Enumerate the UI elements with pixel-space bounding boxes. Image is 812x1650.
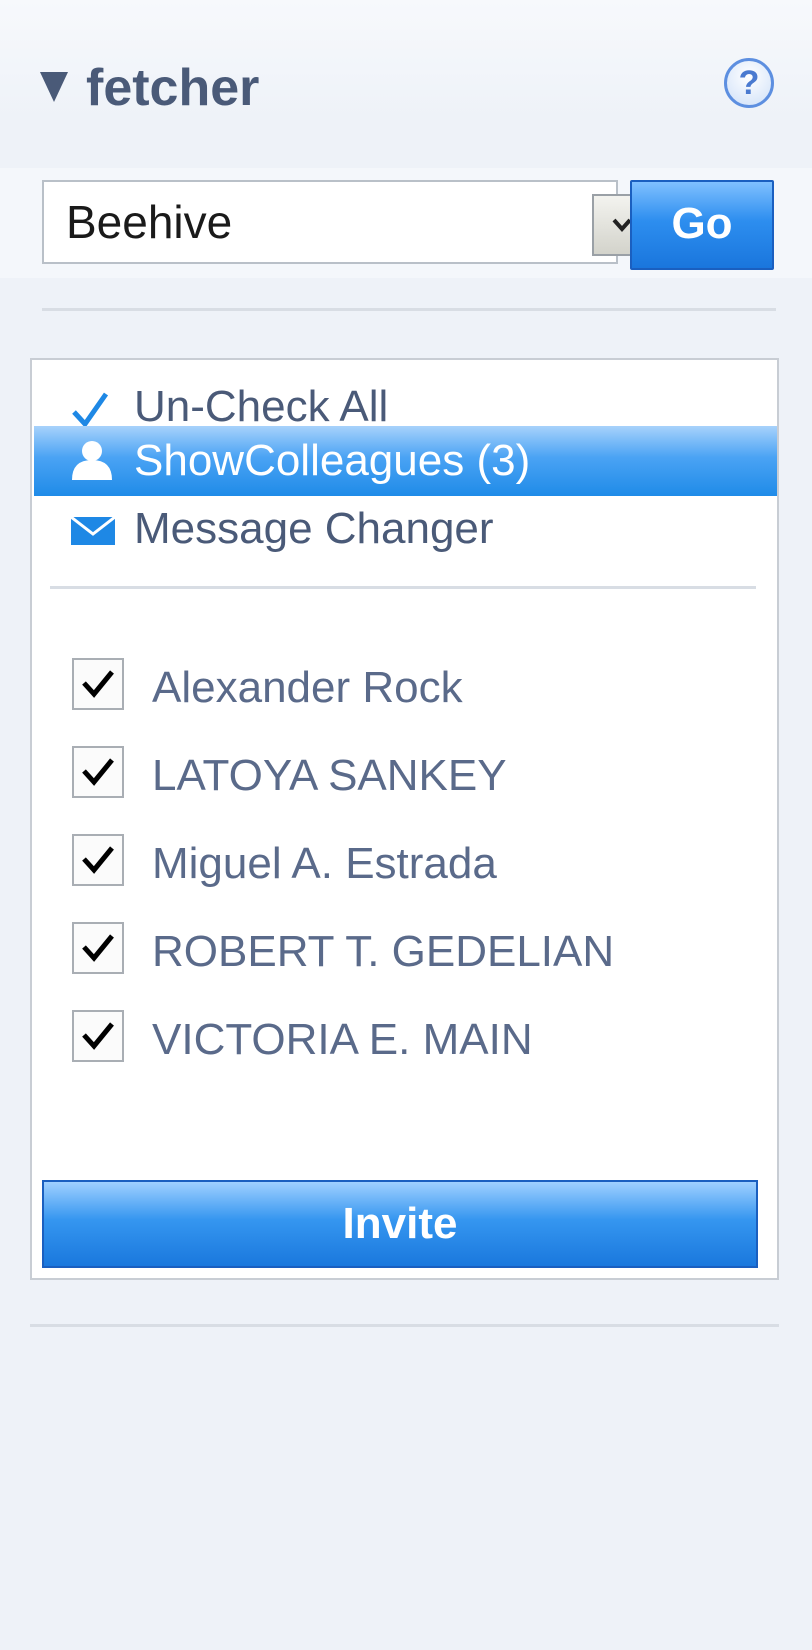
member-row: ROBERT T. GEDELIAN bbox=[32, 914, 777, 986]
show-colleagues-action[interactable]: ShowColleagues (3) bbox=[34, 426, 777, 496]
divider bbox=[42, 308, 776, 311]
member-name: Miguel A. Estrada bbox=[152, 839, 497, 888]
member-checkbox[interactable] bbox=[72, 746, 124, 798]
go-button[interactable]: Go bbox=[630, 180, 774, 270]
panel-header: fetcher ? bbox=[0, 0, 812, 120]
colleagues-box: Un-Check All ShowColleagues (3) Message … bbox=[30, 358, 779, 1280]
envelope-icon bbox=[70, 516, 116, 545]
fetch-row: Beehive Go bbox=[0, 168, 812, 278]
member-name: LATOYA SANKEY bbox=[152, 751, 507, 800]
message-changer-action[interactable]: Message Changer bbox=[34, 494, 777, 564]
person-icon bbox=[72, 441, 112, 480]
show-colleagues-label: ShowColleagues (3) bbox=[134, 436, 531, 485]
member-name: Alexander Rock bbox=[152, 663, 463, 712]
member-checkbox[interactable] bbox=[72, 658, 124, 710]
check-icon bbox=[82, 758, 114, 786]
collapse-triangle-icon[interactable] bbox=[40, 72, 68, 102]
check-icon bbox=[82, 934, 114, 962]
member-checkbox[interactable] bbox=[72, 834, 124, 886]
source-select[interactable]: Beehive bbox=[42, 180, 650, 264]
help-icon[interactable]: ? bbox=[724, 58, 774, 108]
source-select-value: Beehive bbox=[66, 196, 233, 248]
member-name: VICTORIA E. MAIN bbox=[152, 1015, 533, 1064]
message-changer-label: Message Changer bbox=[134, 504, 494, 553]
check-icon bbox=[82, 846, 114, 874]
check-icon bbox=[82, 670, 114, 698]
member-row: VICTORIA E. MAIN bbox=[32, 1002, 777, 1074]
member-row: LATOYA SANKEY bbox=[32, 738, 777, 810]
divider bbox=[30, 1324, 779, 1327]
member-name: ROBERT T. GEDELIAN bbox=[152, 927, 615, 976]
member-row: Alexander Rock bbox=[32, 650, 777, 722]
fetcher-panel: fetcher ? Beehive Go Un-Check All ShowCo… bbox=[0, 0, 812, 1650]
checkmark-icon bbox=[72, 392, 109, 428]
divider bbox=[50, 586, 756, 589]
member-row: Miguel A. Estrada bbox=[32, 826, 777, 898]
check-icon bbox=[82, 1022, 114, 1050]
panel-title: fetcher bbox=[86, 59, 260, 117]
invite-button[interactable]: Invite bbox=[42, 1180, 758, 1268]
member-checkbox[interactable] bbox=[72, 922, 124, 974]
member-checkbox[interactable] bbox=[72, 1010, 124, 1062]
